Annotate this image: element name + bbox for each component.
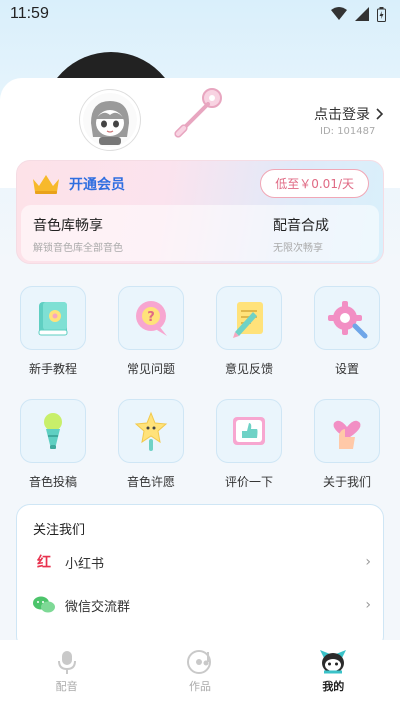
login-link[interactable]: 点击登录: [314, 104, 384, 124]
menu-tile: [216, 286, 282, 350]
book-icon: [38, 302, 68, 336]
menu-grid: 新手教程 ? 常见问题 意见反馈 设置 音色投稿 音色许愿 评价一下 关于我们: [20, 286, 380, 490]
tab-dubbing[interactable]: 配音: [27, 648, 107, 694]
menu-item-about[interactable]: 关于我们: [314, 399, 380, 490]
vip-card[interactable]: 开通会员 低至￥0.01/天 音色库畅享 解锁音色库全部音色 配音合成 无限次畅…: [16, 160, 384, 264]
crown-icon: [33, 175, 59, 194]
svg-text:?: ?: [147, 310, 155, 325]
menu-label: 设置: [334, 362, 359, 376]
vip-title: 开通会员: [69, 177, 125, 193]
gear-icon: [328, 301, 368, 339]
menu-label: 关于我们: [322, 475, 371, 489]
menu-label: 常见问题: [126, 362, 175, 376]
menu-tile: [20, 399, 86, 463]
wifi-icon: [331, 7, 347, 20]
battery-icon: [377, 6, 386, 22]
bottom-tab-bar: 配音 作品 我的: [0, 640, 400, 711]
login-label: 点击登录: [314, 107, 370, 123]
menu-tile: [20, 286, 86, 350]
music-disc-tab-icon: [186, 650, 211, 674]
anime-girl-avatar-icon: [83, 93, 137, 147]
vip-feature-voice-library: 音色库畅享 解锁音色库全部音色: [33, 215, 123, 254]
status-time: 11:59: [10, 5, 49, 22]
menu-item-feedback[interactable]: 意见反馈: [216, 286, 282, 377]
vip-price-button[interactable]: 低至￥0.01/天: [260, 169, 369, 198]
menu-label: 意见反馈: [224, 362, 273, 376]
status-bar: 11:59: [0, 0, 400, 28]
follow-us-title: 关注我们: [33, 523, 86, 538]
thumbs-up-icon: [233, 417, 265, 445]
menu-label: 评价一下: [224, 475, 273, 489]
chevron-right-icon: ›: [365, 597, 371, 613]
menu-item-rate[interactable]: 评价一下: [216, 399, 282, 490]
menu-label: 新手教程: [28, 362, 77, 376]
wechat-icon: [33, 596, 55, 613]
follow-item-label: 微信交流群: [65, 599, 131, 615]
menu-item-voice-submit[interactable]: 音色投稿: [20, 399, 86, 490]
tab-mine[interactable]: 我的: [293, 648, 373, 694]
menu-tile: [314, 286, 380, 350]
menu-tile: ?: [118, 286, 184, 350]
menu-label: 音色投稿: [28, 475, 77, 489]
chevron-right-icon: ›: [365, 554, 371, 570]
menu-label: 音色许愿: [126, 475, 175, 489]
menu-item-voice-wish[interactable]: 音色许愿: [118, 399, 184, 490]
tab-label: 我的: [322, 680, 345, 693]
status-icons: [331, 6, 386, 22]
follow-item-label: 小红书: [65, 556, 105, 572]
question-bubble-icon: ?: [136, 301, 167, 336]
vip-header: 开通会员: [31, 173, 125, 195]
follow-item-wechat-group[interactable]: 微信交流群 ›: [33, 590, 371, 620]
vip-feature-subtitle: 解锁音色库全部音色: [33, 243, 123, 254]
vip-feature-title: 音色库畅享: [33, 218, 103, 234]
mascot-tab-icon: [320, 650, 347, 674]
vip-feature-dubbing: 配音合成 无限次畅享: [273, 215, 329, 254]
tab-label: 作品: [188, 680, 211, 693]
signal-icon: [355, 7, 369, 21]
mic-tab-icon: [57, 651, 76, 674]
chevron-right-icon: [376, 108, 384, 120]
tab-works[interactable]: 作品: [160, 648, 240, 694]
heart-hand-icon: [333, 420, 361, 449]
microphone-icon: [44, 413, 62, 449]
menu-item-settings[interactable]: 设置: [314, 286, 380, 377]
tab-label: 配音: [55, 680, 78, 693]
vip-features: 音色库畅享 解锁音色库全部音色 配音合成 无限次畅享: [21, 205, 379, 261]
follow-item-xiaohongshu[interactable]: 红 小红书 ›: [33, 547, 371, 577]
menu-tile: [314, 399, 380, 463]
menu-tile: [216, 399, 282, 463]
user-id: ID: 101487: [320, 126, 376, 137]
xiaohongshu-icon: 红: [37, 555, 51, 571]
feedback-note-icon: [233, 302, 263, 338]
follow-us-card: 关注我们 红 小红书 › 微信交流群 ›: [16, 504, 384, 650]
tonearm-decoration: [174, 88, 222, 138]
vip-feature-title: 配音合成: [273, 218, 329, 234]
menu-item-tutorial[interactable]: 新手教程: [20, 286, 86, 377]
vip-feature-subtitle: 无限次畅享: [273, 243, 323, 254]
star-wand-icon: [134, 411, 168, 451]
menu-tile: [118, 399, 184, 463]
avatar[interactable]: [80, 90, 140, 150]
menu-item-faq[interactable]: ? 常见问题: [118, 286, 184, 377]
